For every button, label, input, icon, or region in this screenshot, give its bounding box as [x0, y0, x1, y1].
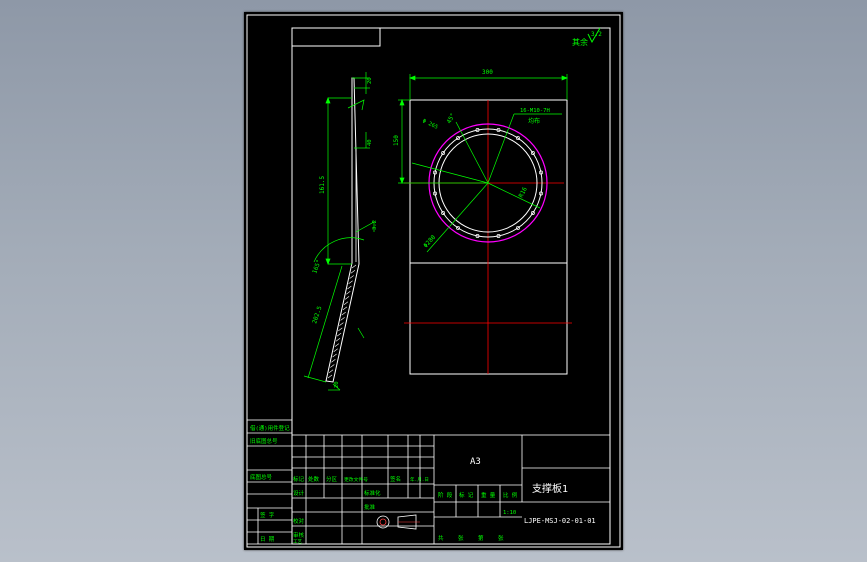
angle-dim: 45°	[446, 112, 457, 125]
scale-value: 1:10	[503, 510, 516, 516]
slant-dim: 202.5	[311, 305, 323, 325]
hatch-line	[343, 301, 349, 305]
hatch-line	[349, 275, 354, 279]
upper-dim: 40	[367, 139, 373, 146]
sheet-label-0: 共	[438, 534, 444, 542]
role-label-4: 标准化	[364, 489, 381, 497]
stage-label-2: 重 量	[481, 491, 496, 499]
rev-label-3: 更改文件号	[344, 476, 368, 483]
stage-label-0: 阶 段	[438, 491, 453, 499]
offset-dim: 150	[393, 135, 400, 146]
svg-text:3.2: 3.2	[591, 31, 602, 38]
r-leader	[487, 182, 541, 209]
left-label-2: 底图总号	[250, 473, 273, 481]
stage-label-1: 标 记	[459, 491, 474, 499]
hatch-line	[336, 332, 342, 337]
hatch-line	[339, 322, 344, 326]
top-dim: 20	[367, 77, 373, 84]
hatch-line	[350, 269, 356, 274]
rev-label-0: 标记	[293, 475, 305, 483]
hole-spec-2: 均布	[528, 117, 540, 125]
hatch-line	[338, 327, 343, 332]
role-label-0: 设计	[293, 489, 305, 497]
rev-label-2: 分区	[326, 475, 338, 483]
radius-dim: R16	[518, 186, 529, 199]
left-label-1: 旧底图总号	[250, 437, 278, 445]
sheet-label-3: 张	[498, 534, 504, 542]
sheet-label-1: 张	[458, 534, 464, 542]
hatch-line	[351, 264, 357, 269]
drawing-sheet[interactable]: 其余 3.2 300 150 16-M10-7H 均布 45° Φ 265 Φ2…	[244, 12, 623, 550]
pcd-leader	[411, 162, 489, 184]
hatch-line	[347, 285, 352, 290]
hatch-line	[341, 311, 346, 316]
left-label-4: 日 期	[260, 536, 275, 543]
cad-viewport[interactable]: 其余 3.2 300 150 16-M10-7H 均布 45° Φ 265 Φ2…	[0, 0, 867, 562]
inner-frame	[291, 27, 611, 545]
bend-angle: 165°	[311, 259, 323, 275]
hatch-line	[342, 306, 348, 311]
height-dim: 161.5	[319, 176, 326, 194]
rev-label-5: 年.月.日	[410, 476, 429, 483]
rev-label-4: 签名	[390, 475, 401, 483]
svg-text:其余: 其余	[572, 37, 588, 47]
role-label-3: 工艺	[293, 539, 302, 545]
projection-symbol	[376, 514, 420, 530]
hatch-line	[333, 348, 338, 353]
hatch-line	[330, 364, 335, 368]
hatch-line	[332, 353, 337, 358]
weld-hatch	[327, 264, 357, 379]
role-label-1: 校对	[293, 517, 305, 525]
hatch-line	[331, 359, 336, 363]
width-dim: 300	[482, 69, 493, 76]
hatch-line	[327, 374, 333, 379]
side-view: 20 40 161.5 165° 202.5 20 3.2	[303, 72, 378, 391]
hole-spec-1: 16-M10-7H	[520, 108, 550, 114]
material: A3	[470, 457, 481, 467]
left-label-0: 借(通)用件登记	[250, 424, 290, 432]
rev-label-1: 处数	[308, 475, 320, 483]
weld-mark: 3.2	[372, 220, 378, 230]
code-box	[291, 27, 381, 47]
hatch-line	[344, 296, 350, 300]
bend-arc	[313, 237, 365, 263]
roughness-symbol: 其余 3.2	[572, 27, 602, 47]
sheet-label-2: 第	[478, 534, 484, 542]
role-label-2: 审核	[293, 531, 305, 539]
role-label-5: 批准	[364, 503, 376, 511]
drawing-no: LJPE-MSJ-02-01-01	[524, 517, 596, 525]
hatch-line	[348, 280, 353, 284]
bent-plate-profile	[325, 77, 360, 383]
part-name: 支撑板1	[532, 482, 568, 495]
drawing-canvas[interactable]: 其余 3.2 300 150 16-M10-7H 均布 45° Φ 265 Φ2…	[244, 12, 623, 550]
hatch-line	[334, 343, 340, 347]
stage-label-3: 比 例	[503, 491, 518, 499]
hatch-line	[340, 317, 345, 321]
left-label-3: 签 字	[260, 511, 275, 519]
pcd-dim: Φ 265	[421, 118, 439, 130]
outer-frame	[246, 14, 621, 548]
hatch-line	[335, 338, 341, 342]
front-view: 300 150 16-M10-7H 均布 45° Φ 265 Φ280 R16	[393, 69, 572, 375]
dia-dim: Φ280	[422, 234, 437, 250]
hatch-line	[328, 369, 334, 374]
bottom-dim: 20	[334, 381, 340, 388]
hatch-line	[346, 290, 351, 295]
